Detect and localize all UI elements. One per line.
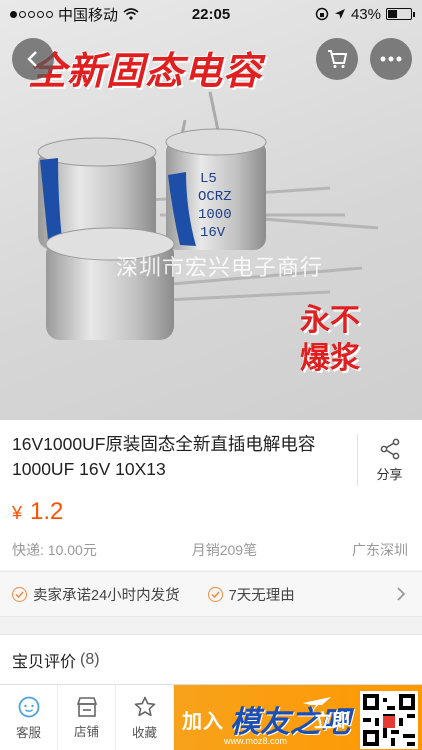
meta-row: 快递: 10.00元 月销209笔 广东深圳 [12,540,408,560]
tab-favorite[interactable]: 收藏 [116,685,174,750]
capacitor-label-1: L5 [200,171,217,187]
tab-shop[interactable]: 店铺 [58,685,116,750]
status-bar: 中国移动 22:05 43% [0,0,422,28]
tab-customer-service[interactable]: 客服 [0,685,58,750]
share-icon [380,438,399,459]
battery-fill [388,10,398,18]
back-button[interactable] [12,38,54,80]
tab-label-favorite: 收藏 [131,725,157,740]
ad-url: www.moz8.com [224,736,288,746]
star-icon [134,696,155,716]
ad-prefix: 加入 [182,711,224,733]
shop-watermark: 深圳市宏兴电子商行 [116,255,324,280]
capacitor-label-3: 1000 [198,207,232,223]
hero-headline: 全新固态电容 [28,51,263,93]
more-button[interactable] [370,38,412,80]
reviews-row[interactable]: 宝贝评价 (8) [0,634,422,684]
battery-icon [386,8,415,20]
check-circle-icon [207,586,223,602]
wifi-icon [123,8,139,20]
ad-banner[interactable]: 加入 模友之吧 立即 www.moz8.com [174,685,422,750]
price-row: ¥ 1.2 [0,486,422,526]
hero-badge-line2: 爆浆 [300,342,360,375]
service-item-7days: 7天无理由 [207,584,295,605]
reviews-count: (8) [80,650,100,668]
title-row: 16V1000UF原装固态全新直插电解电容1000UF 16V 10X13 分享 [0,420,422,486]
shipping-fee: 快递: 10.00元 [12,542,97,558]
back-arrow-icon [27,51,37,67]
capacitor-label-2: OCRZ [198,189,232,205]
tab-label-service: 客服 [15,725,41,740]
service-item-24h: 卖家承诺24小时内发货 [12,584,180,605]
ad-cta: 立即 [314,711,350,731]
shop-icon [76,696,97,717]
tab-label-shop: 店铺 [73,724,99,739]
reviews-label: 宝贝评价 [12,653,77,671]
capacitor-label-4: 16V [200,225,226,241]
status-left: 中国移动 [10,4,139,25]
product-page: L5 OCRZ 1000 16V 全新固态电容 深圳市宏兴电子商行 永不 爆浆 [0,0,422,750]
ship-location: 广东深圳 [352,542,408,558]
signal-strength-icon [10,10,53,18]
carrier-name: 中国移动 [58,6,119,24]
currency-symbol: ¥ [12,503,23,523]
service-promises[interactable]: 卖家承诺24小时内发货 7天无理由 [0,571,422,617]
battery-percent: 43% [350,5,381,23]
chat-icon [18,696,39,717]
hero-badge-line1: 永不 [300,304,360,337]
location-icon [334,9,345,19]
product-title: 16V1000UF原装固态全新直插电解电容1000UF 16V 10X13 [12,434,316,479]
price-value: 1.2 [30,498,64,525]
cart-button[interactable] [316,38,358,80]
bottom-action-bar: 客服 店铺 收藏 加入 模友之吧 立即 www.moz8.com [0,684,422,750]
check-circle-icon [12,586,27,602]
cart-icon [328,50,348,68]
qr-code-icon [360,691,418,749]
chevron-right-icon [397,587,406,601]
hero-badge: 永不 爆浆 [300,302,360,378]
orientation-lock-icon [315,7,329,21]
service-label-24h: 卖家承诺24小时内发货 [33,587,180,604]
share-button[interactable]: 分享 [357,434,421,486]
service-label-7days: 7天无理由 [228,587,295,604]
more-dots-icon [380,56,402,62]
share-label: 分享 [376,466,403,482]
product-info: 16V1000UF原装固态全新直插电解电容1000UF 16V 10X13 分享… [0,420,422,570]
status-right: 43% [315,5,415,23]
monthly-sales: 月销209笔 [191,542,258,558]
product-image[interactable]: L5 OCRZ 1000 16V 全新固态电容 深圳市宏兴电子商行 永不 爆浆 [0,0,422,420]
